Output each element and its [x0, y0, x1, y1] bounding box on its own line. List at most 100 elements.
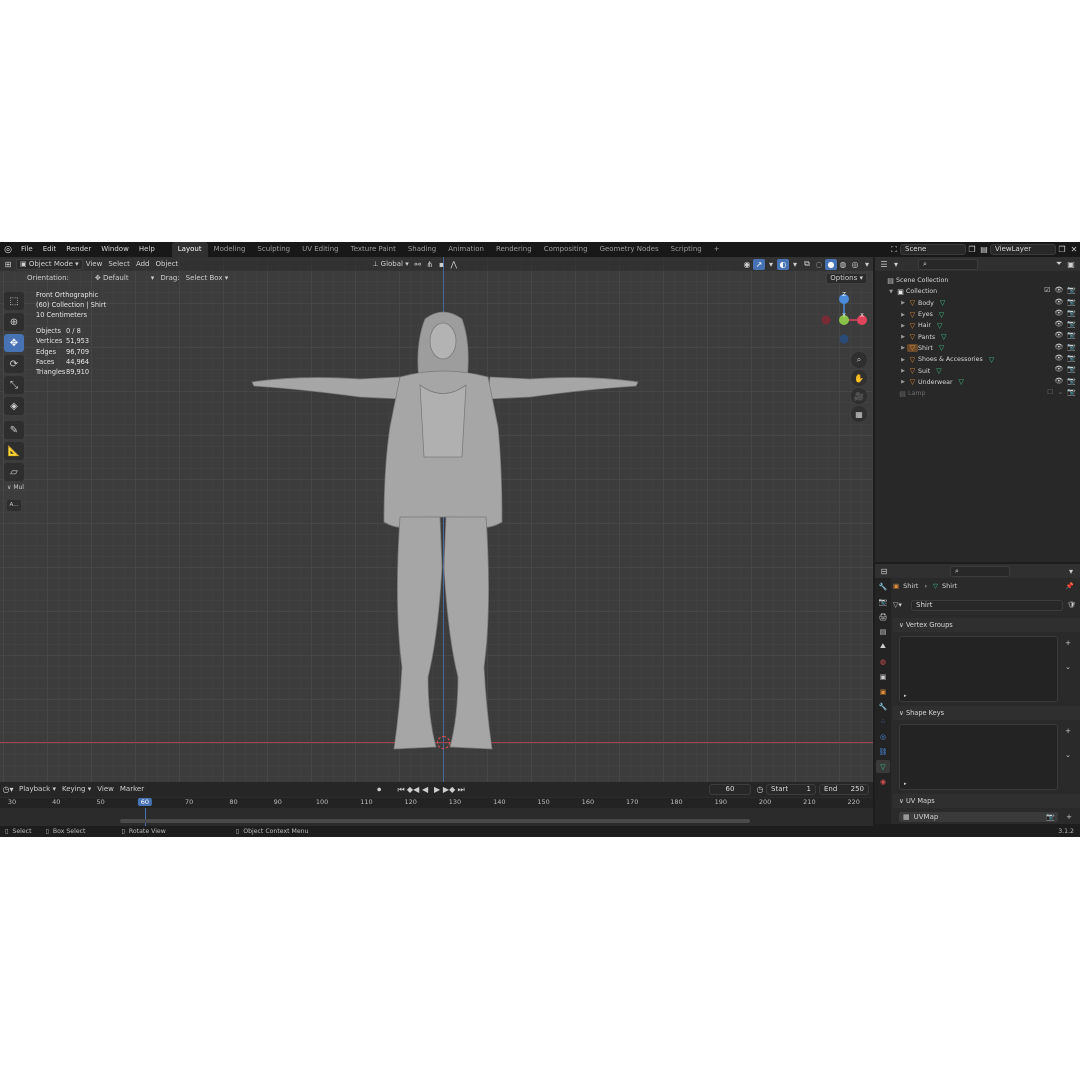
cursor-tool-icon[interactable]: ⊕ [4, 313, 24, 331]
play-reverse-icon[interactable]: ◀ [419, 784, 431, 795]
shape-key-menu-icon[interactable]: ⌄ [1065, 751, 1071, 759]
tab-sculpting[interactable]: Sculpting [251, 242, 296, 257]
outliner-item-shoes[interactable]: ▶ ▽ Shoes & Accessories ▽ 👁 📷 [875, 354, 1080, 365]
material-tab-icon[interactable]: ◉ [876, 775, 890, 788]
outliner-item-underwear[interactable]: ▶ ▽ Underwear ▽ 👁 📷 [875, 377, 1080, 388]
snap-icon[interactable]: ⋔ [424, 259, 436, 270]
expand-triangle-icon[interactable]: ▶ [899, 334, 907, 340]
camera-icon[interactable]: 📷 [1067, 365, 1076, 373]
menu-playback[interactable]: Playback ▾ [16, 784, 59, 795]
options-dropdown[interactable]: Options ▾ [826, 273, 867, 284]
transform-tool-icon[interactable]: ◈ [4, 397, 24, 415]
timeline-editor-icon[interactable]: ◷▾ [0, 784, 16, 795]
expand-triangle-icon[interactable]: ▶ [899, 357, 907, 363]
camera-icon[interactable]: 📷 [1067, 298, 1076, 306]
mesh-data-tab-icon[interactable]: ▽ [876, 760, 890, 773]
object-mode-dropdown[interactable]: ▣ Object Mode ▾ [16, 258, 83, 270]
properties-search-input[interactable]: ⌕ [950, 565, 1010, 577]
hidden-eye-icon[interactable]: ⌄ [1057, 388, 1063, 396]
record-keyframe-icon[interactable]: ⏺ [373, 784, 385, 795]
start-frame-field[interactable]: Start 1 [766, 784, 816, 795]
camera-icon[interactable]: 📷 [1067, 377, 1076, 385]
snap-target-icon[interactable]: ▪ [436, 259, 448, 270]
uv-map-list-item[interactable]: ▦ UVMap 📷 + [899, 812, 1072, 822]
menu-select[interactable]: Select [105, 259, 133, 270]
pin-icon[interactable]: 📌 [1066, 582, 1074, 590]
next-keyframe-icon[interactable]: ▶◆ [443, 784, 455, 795]
gizmo-toggle-icon[interactable]: ↗ [753, 258, 765, 270]
end-frame-field[interactable]: End 250 [819, 784, 869, 795]
expand-triangle-icon[interactable]: ▶ [899, 300, 907, 306]
camera-icon[interactable]: 📷 [1067, 388, 1076, 396]
menu-edit[interactable]: Edit [38, 242, 62, 257]
scene-tab-icon[interactable]: ⛰ [876, 640, 890, 653]
add-cube-tool-icon[interactable]: ▱ [4, 463, 24, 481]
tab-scripting[interactable]: Scripting [665, 242, 708, 257]
menu-object[interactable]: Object [153, 259, 182, 270]
render-tab-icon[interactable]: 📷 [876, 595, 890, 608]
properties-editor-icon[interactable]: ⊟ [878, 566, 890, 577]
shading-dropdown-icon[interactable]: ▾ [861, 259, 873, 270]
tab-uv-editing[interactable]: UV Editing [296, 242, 345, 257]
visibility-icon[interactable]: ◉ [741, 259, 753, 270]
add-shape-key-icon[interactable]: + [1065, 727, 1071, 735]
zoom-icon[interactable]: ⌕ [851, 352, 867, 368]
camera-icon[interactable]: 📷 [1067, 331, 1076, 339]
frame-ruler[interactable]: 30 40 50 60 70 80 90 100 110 120 130 140 150 160 170 18… [0, 798, 873, 808]
outliner-item-body[interactable]: ▶ ▽ Body ▽ 👁 📷 [875, 298, 1080, 309]
view-layer-field[interactable]: ViewLayer [990, 244, 1056, 255]
gizmo-dropdown-icon[interactable]: ▾ [765, 259, 777, 270]
collection-row[interactable]: ▼ ▣ Collection ☑ 👁 📷 [875, 286, 1080, 297]
transform-orientation-dropdown[interactable]: ⊥ Global ▾ [369, 259, 411, 270]
menu-help[interactable]: Help [134, 242, 160, 257]
camera-icon[interactable]: 📷 [1067, 286, 1076, 294]
physics-tab-icon[interactable]: ◎ [876, 730, 890, 743]
add-uv-map-icon[interactable]: + [1066, 813, 1072, 821]
tool-tab-icon[interactable]: 🔧 [876, 580, 890, 593]
3d-viewport[interactable]: ⊞ ▣ Object Mode ▾ View Select Add Object… [0, 257, 873, 782]
move-tool-icon[interactable]: ✥ [4, 334, 24, 352]
blender-logo-icon[interactable]: ◎ [0, 242, 16, 257]
menu-add[interactable]: Add [133, 259, 153, 270]
operator-button[interactable]: A... [7, 500, 21, 511]
vertex-groups-panel-header[interactable]: ∨ Vertex Groups [893, 618, 1080, 632]
fake-user-shield-icon[interactable]: 🛡 [1067, 601, 1076, 609]
checkbox-icon[interactable]: ☑ [1044, 286, 1050, 294]
camera-icon[interactable]: 📷 [1067, 320, 1076, 328]
tab-modeling[interactable]: Modeling [208, 242, 252, 257]
close-view-layer-icon[interactable]: ✕ [1068, 244, 1080, 255]
menu-marker[interactable]: Marker [117, 784, 147, 795]
scene-collection-row[interactable]: ▤ Scene Collection [875, 275, 1080, 286]
object-tab-icon[interactable]: ▣ [876, 685, 890, 698]
scale-tool-icon[interactable]: ⤡ [4, 376, 24, 394]
expand-triangle-icon[interactable]: ▶ [899, 312, 907, 318]
wireframe-shading-icon[interactable]: ◌ [813, 259, 825, 270]
display-mode-icon[interactable]: ▾ [890, 259, 902, 270]
menu-window[interactable]: Window [96, 242, 134, 257]
annotate-tool-icon[interactable]: ✎ [4, 421, 24, 439]
rotate-tool-icon[interactable]: ⟳ [4, 355, 24, 373]
uv-maps-panel-header[interactable]: ∨ UV Maps [893, 794, 1080, 808]
character-model[interactable] [240, 307, 650, 757]
filter-icon[interactable]: ⏷ [1053, 259, 1065, 270]
expand-triangle-icon[interactable]: ▶ [899, 379, 907, 385]
constraints-tab-icon[interactable]: ⛓ [876, 745, 890, 758]
menu-view[interactable]: View [83, 259, 106, 270]
add-workspace-icon[interactable]: + [708, 242, 726, 257]
3d-cursor-icon[interactable] [437, 736, 450, 749]
play-icon[interactable]: ▶ [431, 784, 443, 795]
editor-type-icon[interactable]: ⊞ [0, 259, 16, 270]
menu-timeline-view[interactable]: View [94, 784, 117, 795]
properties-options-icon[interactable]: ▾ [1065, 566, 1077, 577]
tab-layout[interactable]: Layout [171, 242, 208, 257]
particles-tab-icon[interactable]: ⁘ [876, 715, 890, 728]
output-tab-icon[interactable]: 🖨 [876, 610, 890, 623]
measure-tool-icon[interactable]: 📐 [4, 442, 24, 460]
outliner-item-hair[interactable]: ▶ ▽ Hair ▽ 👁 📷 [875, 320, 1080, 331]
world-tab-icon[interactable]: ◍ [876, 655, 890, 668]
shape-keys-list[interactable]: + ⌄ ▸ [899, 724, 1071, 790]
jump-end-icon[interactable]: ⏭ [455, 784, 467, 795]
camera-icon[interactable]: 📷 [1067, 343, 1076, 351]
modifier-tab-icon[interactable]: 🔧 [876, 700, 890, 713]
eye-icon[interactable]: 👁 [1054, 354, 1063, 362]
